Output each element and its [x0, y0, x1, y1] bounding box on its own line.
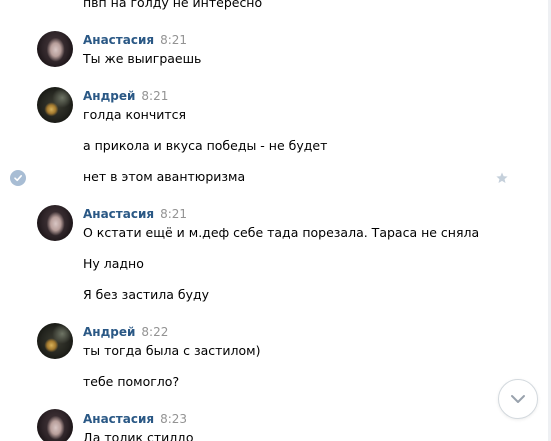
- message-text: Я без застила буду: [83, 287, 210, 302]
- author-name[interactable]: Анастасия: [83, 33, 154, 47]
- message-text: Да толик стилдо: [83, 430, 194, 441]
- message-author-line: Анастасия 8:23: [83, 411, 187, 427]
- message-text: а прикола и вкуса победы - не будет: [83, 138, 328, 153]
- avatar[interactable]: [37, 409, 73, 441]
- author-name[interactable]: Анастасия: [83, 207, 154, 221]
- message-time[interactable]: 8:21: [160, 33, 187, 47]
- chat-history[interactable]: пвп на голду не интересно Анастасия 8:21 …: [0, 0, 551, 441]
- star-icon[interactable]: [494, 170, 510, 186]
- avatar[interactable]: [37, 31, 73, 67]
- message-text: Ты же выиграешь: [83, 51, 202, 66]
- author-name[interactable]: Андрей: [83, 89, 135, 103]
- author-name[interactable]: Андрей: [83, 325, 135, 339]
- avatar[interactable]: [37, 205, 73, 241]
- check-circle-icon[interactable]: [10, 170, 26, 186]
- message-text: тебе помогло?: [83, 374, 180, 389]
- message-text: голда кончится: [83, 107, 187, 122]
- message-text: ты тогда была с застилом): [83, 343, 261, 358]
- scroll-down-button[interactable]: [498, 379, 538, 419]
- message-time[interactable]: 8:21: [160, 207, 187, 221]
- message-text: Ну ладно: [83, 256, 144, 271]
- message-text: нет в этом авантюризма: [83, 169, 246, 184]
- author-name[interactable]: Анастасия: [83, 412, 154, 426]
- message-text: пвп на голду не интересно: [83, 0, 263, 10]
- message-author-line: Андрей 8:22: [83, 324, 168, 340]
- message-author-line: Анастасия 8:21: [83, 206, 187, 222]
- message-author-line: Андрей 8:21: [83, 88, 168, 104]
- avatar[interactable]: [37, 87, 73, 123]
- message-time[interactable]: 8:22: [141, 325, 168, 339]
- chevron-down-icon: [511, 395, 525, 403]
- avatar[interactable]: [37, 323, 73, 359]
- message-author-line: Анастасия 8:21: [83, 32, 187, 48]
- message-text: О кстати ещё и м.деф себе тада порезала.…: [83, 225, 480, 240]
- message-time[interactable]: 8:21: [141, 89, 168, 103]
- message-time[interactable]: 8:23: [160, 412, 187, 426]
